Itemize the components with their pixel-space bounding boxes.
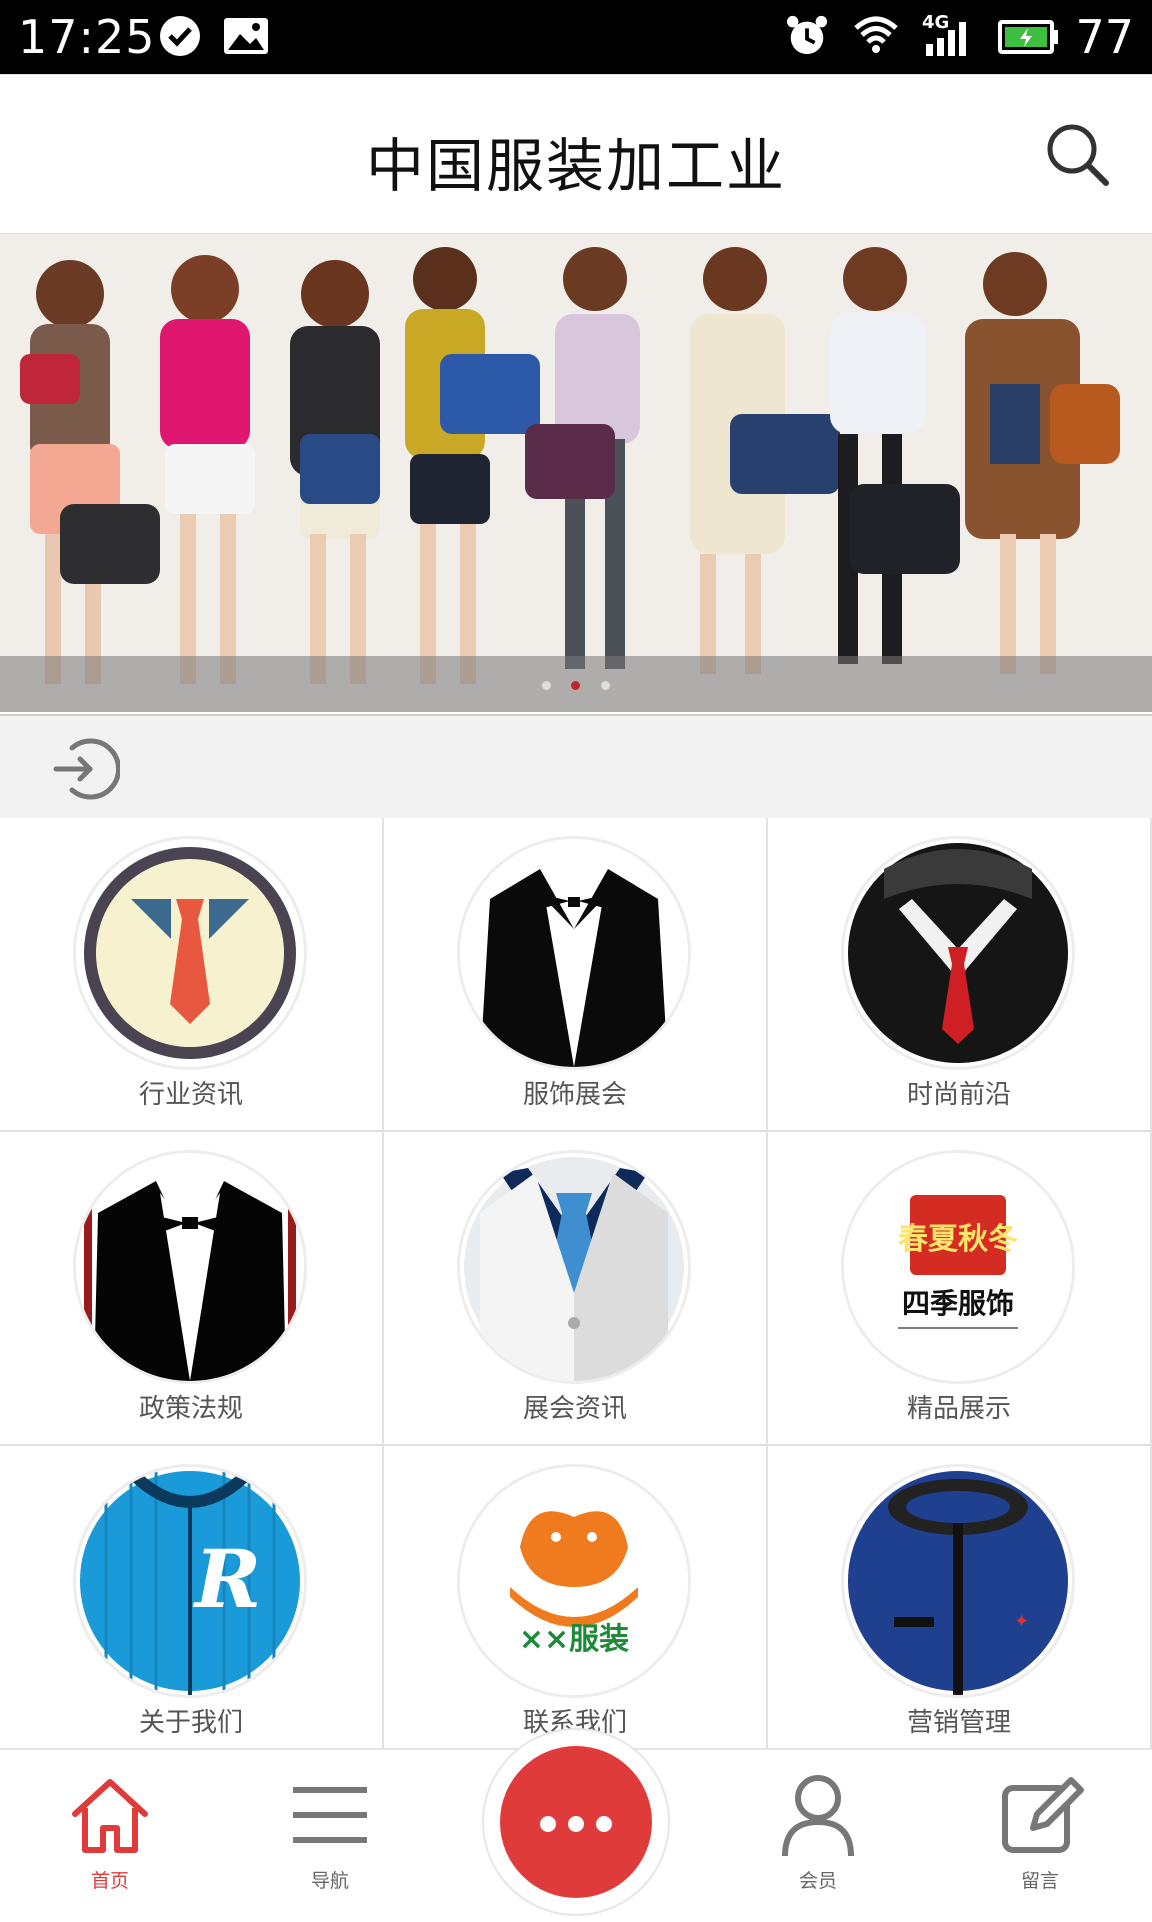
svg-text:✦: ✦ xyxy=(1014,1611,1029,1632)
app-header: 中国服装加工业 xyxy=(0,74,1152,235)
login-arrow-icon[interactable] xyxy=(50,734,120,804)
alarm-icon xyxy=(786,15,828,55)
status-time: 17:25 xyxy=(18,10,156,64)
nav-message[interactable]: 留言 xyxy=(970,1770,1110,1910)
banner-image xyxy=(0,234,1152,712)
banner-carousel[interactable] xyxy=(0,234,1152,712)
battery-percent: 77 xyxy=(1075,10,1134,64)
nav-home-label: 首页 xyxy=(90,1870,129,1892)
more-dots-icon[interactable] xyxy=(500,1746,652,1898)
grid-item-label: 政策法规 xyxy=(138,1394,243,1424)
nav-menu-label: 导航 xyxy=(310,1870,349,1892)
grid-item-about-us[interactable]: R 关于我们 xyxy=(0,1446,384,1760)
image-icon xyxy=(224,18,268,54)
four-seasons-logo-icon: 春夏秋冬 四季服饰 xyxy=(841,1150,1075,1384)
banner-caption-bar xyxy=(0,656,1152,712)
grid-item-fashion-frontier[interactable]: 时尚前沿 xyxy=(768,818,1152,1132)
suit-collar-icon xyxy=(841,836,1075,1070)
carousel-dot-2-active[interactable] xyxy=(571,681,580,690)
svg-text:R: R xyxy=(193,1532,261,1626)
grid-item-label: 营销管理 xyxy=(906,1708,1011,1738)
check-circle-icon xyxy=(160,16,200,56)
nav-home[interactable]: 首页 xyxy=(40,1770,180,1910)
page-title: 中国服装加工业 xyxy=(365,132,786,200)
jacket-zipper-icon: ✦ xyxy=(841,1464,1075,1698)
carousel-dot-1[interactable] xyxy=(542,681,551,690)
grid-item-marketing-management[interactable]: ✦ 营销管理 xyxy=(768,1446,1152,1760)
nav-member[interactable]: 会员 xyxy=(748,1770,888,1910)
battery-icon xyxy=(998,20,1058,54)
nav-member-label: 会员 xyxy=(798,1870,837,1892)
bottom-navigation: 首页 导航 会员 留言 xyxy=(0,1728,1152,1922)
bowtie-tuxedo-icon xyxy=(73,1150,307,1384)
grid-item-label: 服饰展会 xyxy=(522,1080,627,1110)
grid-item-fashion-expo[interactable]: 服饰展会 xyxy=(384,818,768,1132)
grid-item-premium-showcase[interactable]: 春夏秋冬 四季服饰 精品展示 xyxy=(768,1132,1152,1446)
grid-item-label: 行业资讯 xyxy=(138,1080,243,1110)
nav-message-label: 留言 xyxy=(1020,1870,1059,1892)
jersey-icon: R xyxy=(73,1464,307,1698)
grid-item-label: 关于我们 xyxy=(138,1708,243,1738)
seal-text: 春夏秋冬 xyxy=(898,1222,1018,1257)
nav-menu[interactable]: 导航 xyxy=(260,1770,400,1910)
signal-icon xyxy=(926,22,966,56)
status-bar: 17:25 4G 77 xyxy=(0,0,1152,74)
edit-icon xyxy=(1002,1777,1084,1853)
logo-text: ××服装 xyxy=(519,1622,629,1657)
grid-item-label: 展会资讯 xyxy=(522,1394,627,1424)
grid-item-label: 时尚前沿 xyxy=(906,1080,1011,1110)
user-icon xyxy=(782,1775,854,1857)
grid-item-policy-regulations[interactable]: 政策法规 xyxy=(0,1132,384,1446)
grid-item-expo-news[interactable]: 展会资讯 xyxy=(384,1132,768,1446)
logo-text: 四季服饰 xyxy=(902,1287,1014,1320)
wifi-icon xyxy=(854,16,898,53)
grid-item-industry-news[interactable]: 行业资讯 xyxy=(0,818,384,1132)
carousel-dot-3[interactable] xyxy=(601,681,610,690)
login-bar[interactable] xyxy=(0,714,1152,820)
search-icon[interactable] xyxy=(1042,119,1112,189)
fashion-logo-icon: ××服装 xyxy=(457,1464,691,1698)
grid-item-label: 精品展示 xyxy=(906,1394,1011,1424)
home-icon xyxy=(72,1779,148,1853)
menu-icon xyxy=(293,1787,367,1843)
tie-icon xyxy=(73,836,307,1070)
category-grid: 行业资讯 服饰展会 时尚前沿 政策法规 展会资讯 春夏秋冬 四季服饰 精品展示 … xyxy=(0,818,1152,1760)
tuxedo-icon xyxy=(457,836,691,1070)
white-coat-icon xyxy=(457,1150,691,1384)
grid-item-contact-us[interactable]: ××服装 联系我们 xyxy=(384,1446,768,1760)
